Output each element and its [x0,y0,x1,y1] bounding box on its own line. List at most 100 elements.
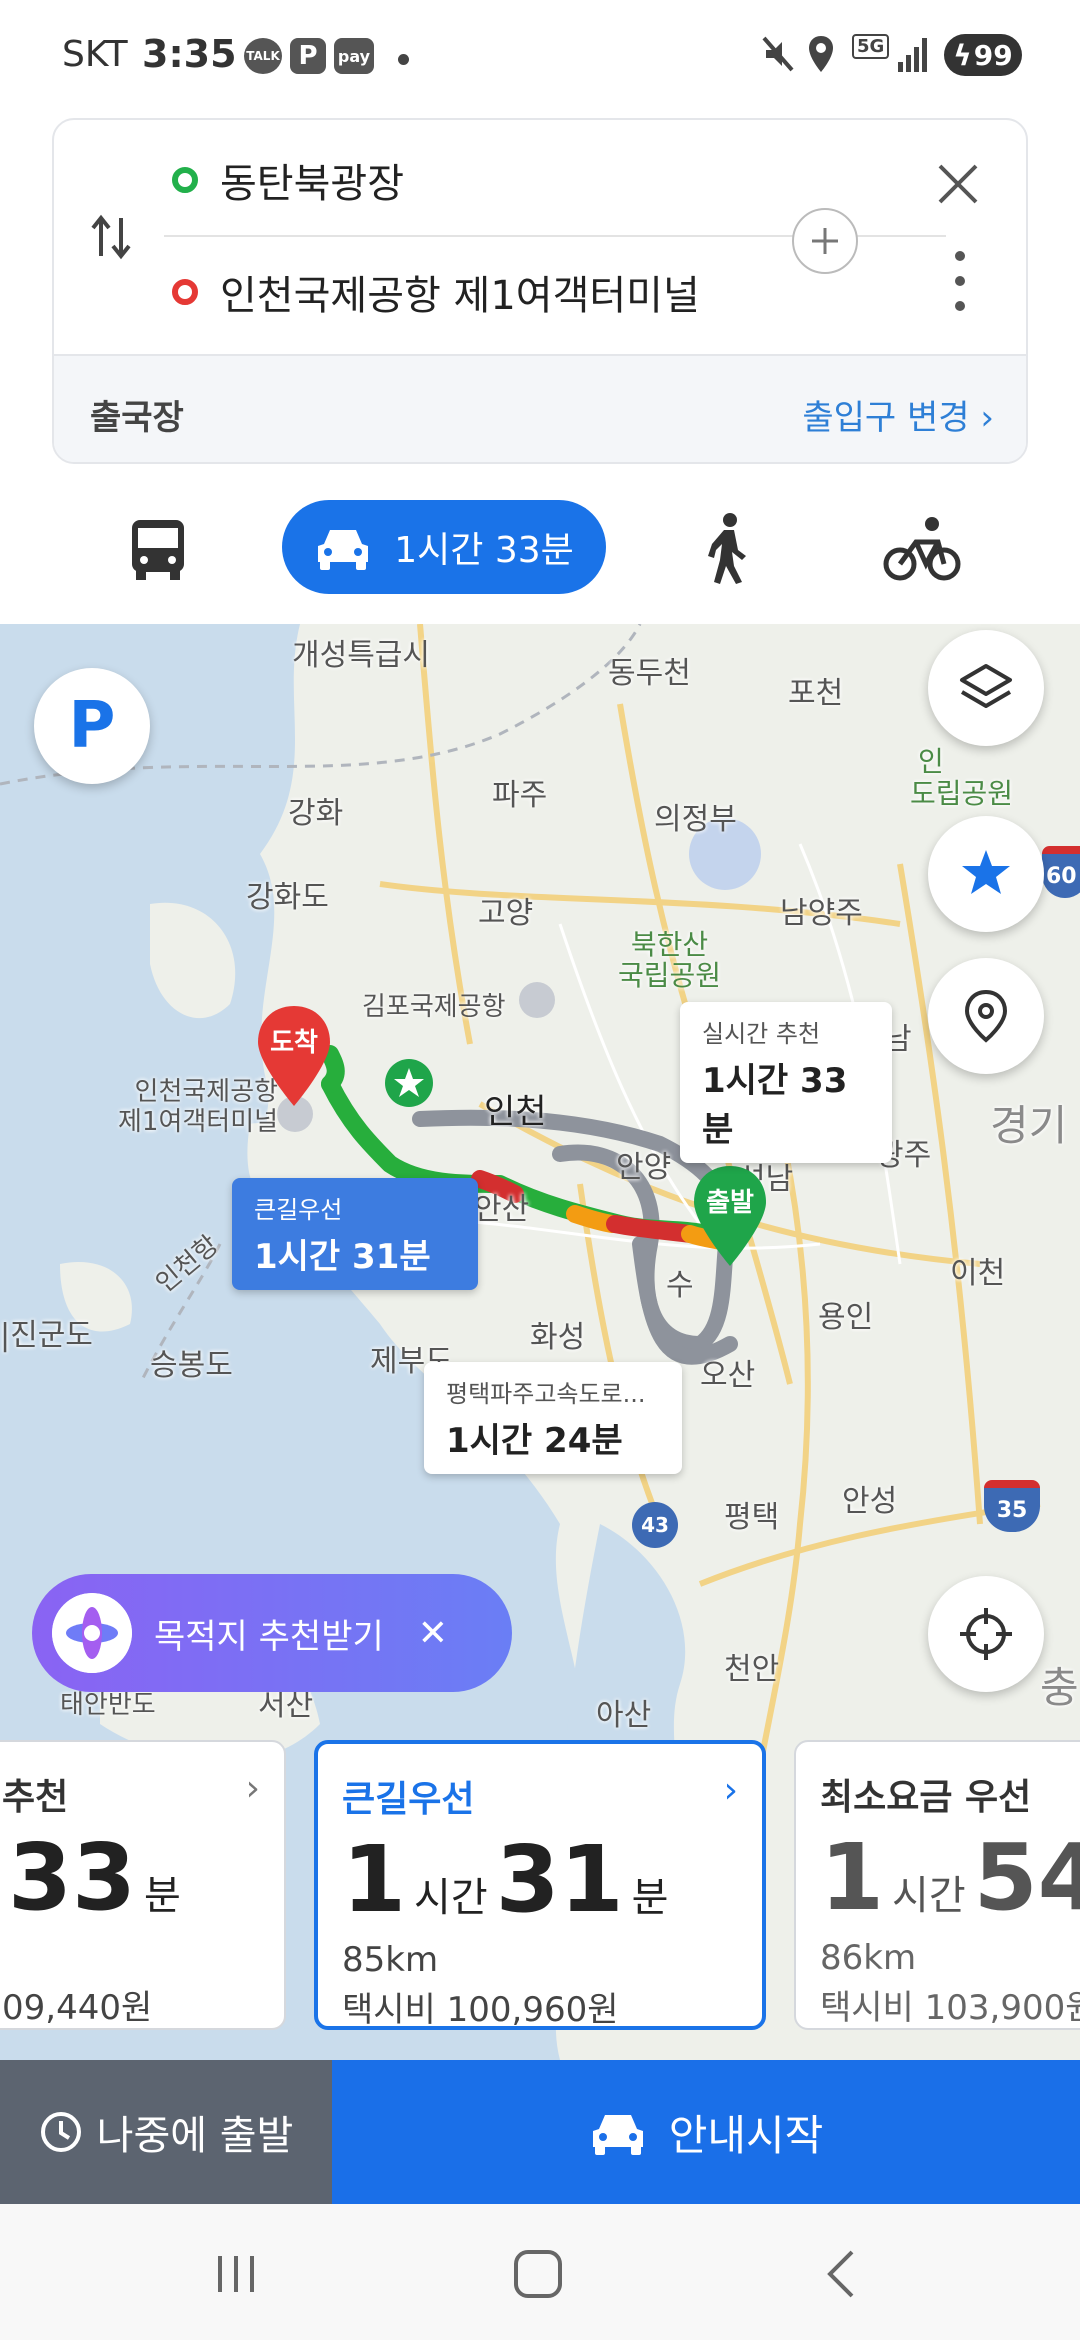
route-minutes-unit: 분 [144,1873,181,1919]
notification-dot-icon [398,54,409,65]
battery-level: 99 [973,38,1013,72]
route-minutes: 31 [495,1826,624,1933]
route-tag-sub: 평택파주고속도로... [446,1380,646,1408]
destination-input[interactable]: 인천국제공항 제1여객터미널 [220,263,700,321]
route-tag-sub: 큰길우선 [254,1196,343,1224]
location-icon [809,36,833,72]
map-label: 안산 [474,1192,530,1227]
battery-indicator: ϟ 99 [944,34,1022,76]
destination-recommend-pill[interactable]: 목적지 추천받기 ✕ [32,1574,512,1692]
realtime-route-tag[interactable]: 실시간 추천 1시간 33분 [680,1002,892,1163]
bus-icon[interactable] [118,510,198,590]
depart-later-button[interactable]: 나중에 출발 [0,2060,332,2204]
route-tag-time: 1시간 24분 [446,1421,623,1461]
origin-dot-icon [172,167,198,193]
network-5g-icon: 5G [852,34,890,59]
place-pin-button[interactable] [928,958,1044,1074]
bolt-icon: ϟ [953,38,972,72]
p-badge-icon: P [290,38,326,74]
gate-label: 출국장 [90,398,184,438]
map-label: 평택 [724,1500,780,1535]
map-label: 파주 [492,778,548,813]
route-search-card: 동탄북광장 인천국제공항 제1여객터미널 출국장 출입구 변경 › [52,118,1028,464]
destination-row[interactable]: 인천국제공항 제1여객터미널 [172,260,700,324]
destination-dot-icon [172,279,198,305]
map-label: 안성 [842,1484,898,1519]
favorites-button[interactable] [928,816,1044,932]
arrival-pin-label: 도착 [270,1028,318,1058]
locate-icon [960,1608,1012,1660]
signal-icon [898,38,927,72]
route-minutes-unit: 분 [631,1875,669,1921]
route-minutes: 54 [973,1824,1080,1931]
route-35-badge: 35 [984,1480,1040,1532]
change-gate-link[interactable]: 출입구 변경 › [802,390,994,439]
mute-icon [762,36,794,72]
route-tag-time: 1시간 33분 [702,1061,848,1150]
walk-icon[interactable] [688,510,768,590]
route-card-time: 1시간54 [820,1824,1080,1931]
talk-badge-icon: TALK [244,38,282,74]
car-icon [318,530,369,570]
map-label: 아산 [596,1698,652,1733]
map-label: 강화 [288,796,344,831]
arrival-pin[interactable]: 도착 [254,1004,334,1108]
bike-icon[interactable] [882,510,962,590]
start-navigation-button[interactable]: 안내시작 [332,2060,1080,2204]
route-card-recommended[interactable]: 추천 › 33 분 09,440원 [0,1740,286,2030]
recommend-label: 목적지 추천받기 [154,1616,384,1657]
origin-row[interactable]: 동탄북광장 [172,148,404,212]
map-label: 용인 [818,1300,874,1335]
map-label: 천안 [724,1652,780,1687]
chevron-right-icon: › [723,1770,738,1811]
more-icon[interactable] [954,250,966,312]
clock-icon [40,2112,81,2152]
pyeongtaek-route-tag[interactable]: 평택파주고속도로... 1시간 24분 [424,1362,682,1474]
route-card-fare: 09,440원 [2,1988,153,2028]
route-hours: 1 [342,1826,407,1933]
route-tag-time: 1시간 31분 [254,1237,431,1277]
map-label: 의정부 [654,802,737,837]
route-card-title: 큰길우선 [342,1779,475,1820]
map-label: 남양주 [780,896,863,931]
route-hours-unit: 시간 [414,1875,488,1921]
departure-pin[interactable]: 출발 [690,1164,770,1268]
route-card-cheapest[interactable]: 최소요금 우선 1시간54 86km 택시비 103,900원 [794,1740,1080,2030]
map-label: 화성 [530,1320,586,1355]
parking-button[interactable]: P [34,668,150,784]
car-icon [592,2115,643,2155]
route-card-title: 추천 [2,1777,69,1818]
star-icon [962,850,1010,894]
map-label: 고양 [478,896,534,931]
highway-route-tag[interactable]: 큰길우선 1시간 31분 [232,1178,478,1290]
swap-icon[interactable] [90,212,132,262]
back-icon[interactable] [812,2244,872,2304]
map-label: 북한산 국립공원 [618,928,722,992]
close-icon[interactable]: ✕ [418,1613,448,1654]
current-location-button[interactable] [928,1576,1044,1692]
status-bar: SKT 3:35 TALK P pay 5G ϟ 99 [0,0,1080,112]
add-waypoint-button[interactable] [792,208,858,274]
route-tag-sub: 실시간 추천 [702,1020,821,1048]
route-hours: 1 [820,1824,885,1931]
depart-later-label: 나중에 출발 [96,2113,294,2159]
map-label: 오산 [700,1358,756,1393]
carrier-label: SKT [62,34,128,75]
recent-apps-icon[interactable] [206,2244,266,2304]
map-label: 승봉도 [150,1348,233,1383]
layers-icon [960,664,1012,708]
layers-button[interactable] [928,630,1044,746]
favorite-star-marker-icon[interactable] [384,1058,434,1108]
origin-input[interactable]: 동탄북광장 [220,151,404,209]
route-card-distance: 86km [820,1938,917,1978]
map-label: 충 [1040,1663,1079,1712]
route-card-highway[interactable]: 큰길우선 › 1 시간31 분 85km 택시비 100,960원 [314,1740,766,2030]
route-hours-unit: 시간 [892,1873,966,1919]
home-icon[interactable] [508,2244,568,2304]
map-label: 인 [918,745,944,778]
plus-icon [812,228,838,254]
close-icon[interactable] [934,160,982,208]
transport-mode-tabs: 1시간 33분 [0,490,1080,610]
tab-car[interactable]: 1시간 33분 [282,500,606,594]
route-card-time: 33 분 [8,1824,189,1931]
